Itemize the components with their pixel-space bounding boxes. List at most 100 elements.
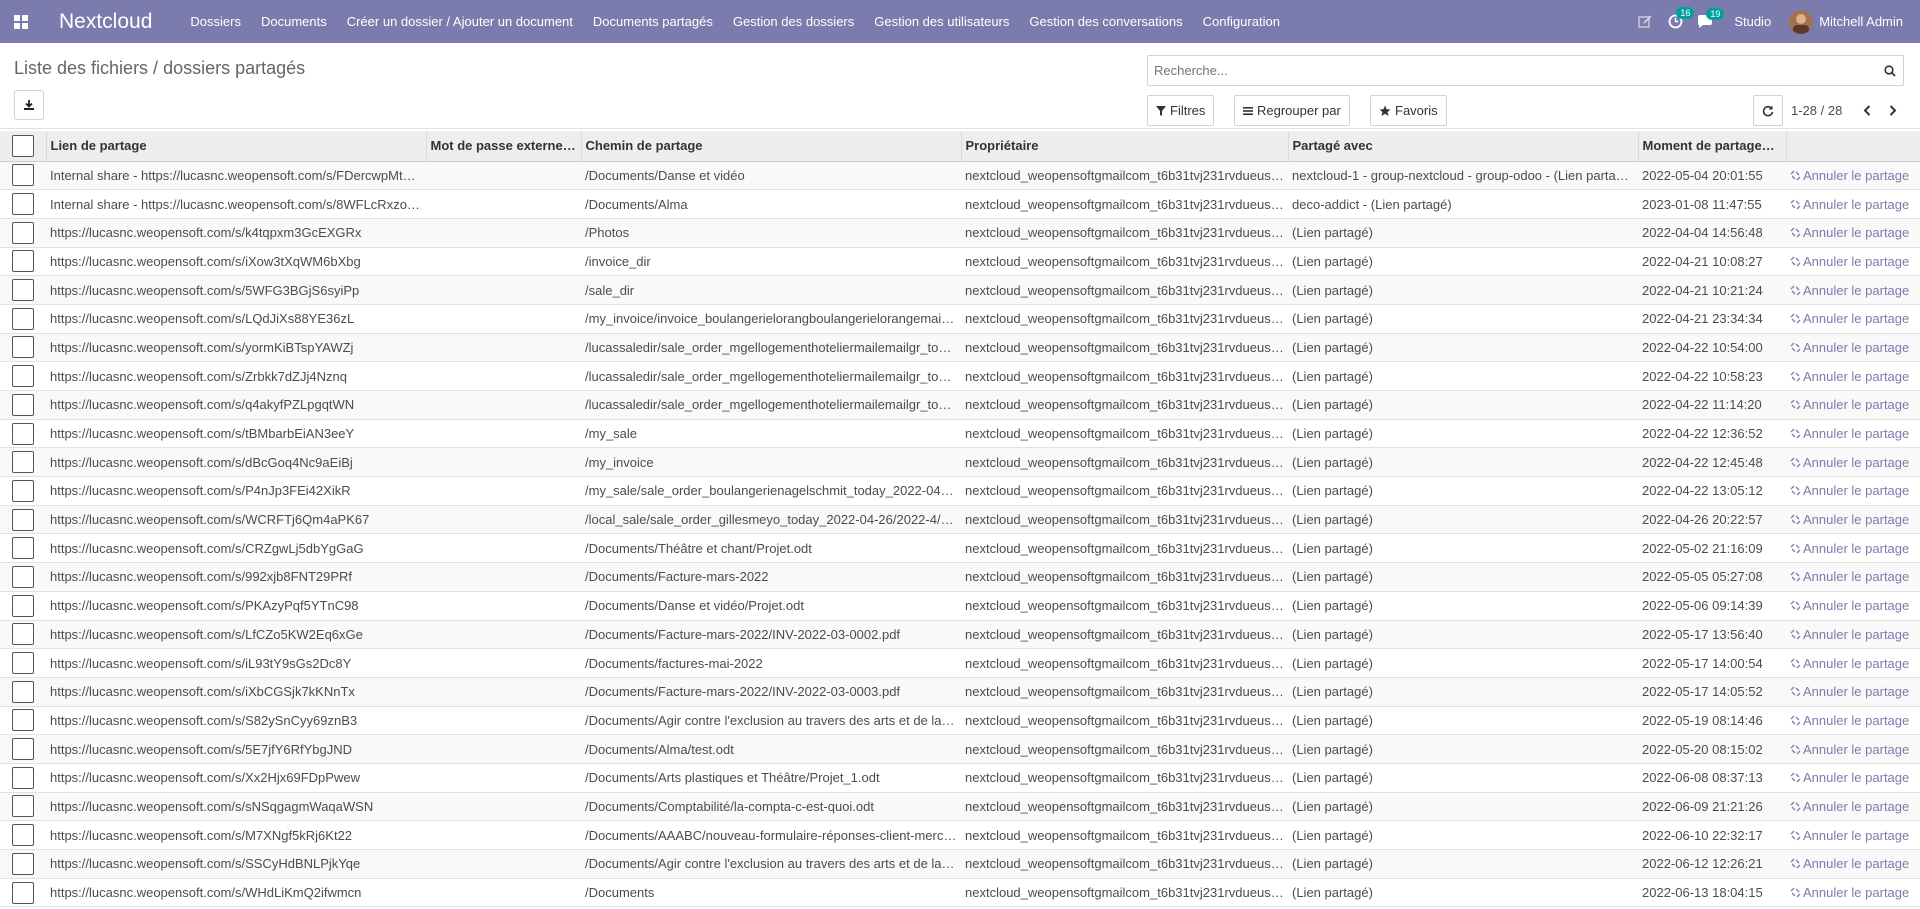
cell-shared-with[interactable]: (Lien partagé) <box>1288 792 1638 821</box>
cell-shared-with[interactable]: (Lien partagé) <box>1288 649 1638 678</box>
cell-password[interactable] <box>426 276 581 305</box>
cell-shared-with[interactable]: (Lien partagé) <box>1288 391 1638 420</box>
cell-owner[interactable]: nextcloud_weopensoftgmailcom_t6b31tvj231… <box>961 218 1288 247</box>
table-row[interactable]: https://lucasnc.weopensoft.com/s/k4tqpxm… <box>0 218 1920 248</box>
cell-owner[interactable]: nextcloud_weopensoftgmailcom_t6b31tvj231… <box>961 190 1288 219</box>
cell-password[interactable] <box>426 677 581 706</box>
pager-value[interactable]: 1-28 / 28 <box>1791 103 1842 118</box>
cell-date[interactable]: 2022-05-20 08:15:02 <box>1638 735 1786 764</box>
cell-date[interactable]: 2022-05-17 13:56:40 <box>1638 620 1786 649</box>
cell-owner[interactable]: nextcloud_weopensoftgmailcom_t6b31tvj231… <box>961 419 1288 448</box>
cell-owner[interactable]: nextcloud_weopensoftgmailcom_t6b31tvj231… <box>961 821 1288 850</box>
cell-path[interactable]: /my_sale/sale_order_boulangerienagelschm… <box>581 477 961 506</box>
row-checkbox[interactable] <box>12 508 34 531</box>
cell-date[interactable]: 2022-04-21 23:34:34 <box>1638 304 1786 333</box>
cell-link[interactable]: https://lucasnc.weopensoft.com/s/iXbCGSj… <box>46 677 426 706</box>
cell-shared-with[interactable]: deco-addict - (Lien partagé) <box>1288 190 1638 219</box>
cancel-share-button[interactable]: Annuler le partage <box>1790 742 1916 757</box>
cell-password[interactable] <box>426 391 581 420</box>
menu-item-documents[interactable]: Documents <box>261 14 327 29</box>
user-menu[interactable]: Mitchell Admin <box>1819 14 1903 29</box>
studio-link[interactable]: Studio <box>1734 14 1771 29</box>
cell-owner[interactable]: nextcloud_weopensoftgmailcom_t6b31tvj231… <box>961 735 1288 764</box>
cell-link[interactable]: https://lucasnc.weopensoft.com/s/CRZgwLj… <box>46 534 426 563</box>
cancel-share-button[interactable]: Annuler le partage <box>1790 828 1916 843</box>
cell-path[interactable]: /my_invoice <box>581 448 961 477</box>
row-checkbox[interactable] <box>12 479 34 502</box>
cell-link[interactable]: https://lucasnc.weopensoft.com/s/iXow3tX… <box>46 247 426 276</box>
cell-path[interactable]: /Documents <box>581 878 961 907</box>
row-checkbox[interactable] <box>12 852 34 875</box>
cell-path[interactable]: /Documents/Arts plastiques et Théâtre/Pr… <box>581 763 961 792</box>
table-row[interactable]: https://lucasnc.weopensoft.com/s/5E7jfY6… <box>0 734 1920 764</box>
table-row[interactable]: https://lucasnc.weopensoft.com/s/PKAzyPq… <box>0 591 1920 620</box>
cancel-share-button[interactable]: Annuler le partage <box>1790 512 1916 527</box>
cell-link[interactable]: https://lucasnc.weopensoft.com/s/yormKiB… <box>46 333 426 362</box>
group-by-button[interactable]: Regrouper par <box>1234 95 1350 126</box>
table-row[interactable]: https://lucasnc.weopensoft.com/s/Xx2Hjx6… <box>0 763 1920 793</box>
cell-path[interactable]: /Documents/Agir contre l'exclusion au tr… <box>581 706 961 735</box>
cell-link[interactable]: https://lucasnc.weopensoft.com/s/S82ySnC… <box>46 706 426 735</box>
row-checkbox[interactable] <box>12 537 34 560</box>
cell-link[interactable]: https://lucasnc.weopensoft.com/s/WCRFTj6… <box>46 505 426 534</box>
cell-password[interactable] <box>426 419 581 448</box>
cell-owner[interactable]: nextcloud_weopensoftgmailcom_t6b31tvj231… <box>961 505 1288 534</box>
cancel-share-button[interactable]: Annuler le partage <box>1790 598 1916 613</box>
table-row[interactable]: https://lucasnc.weopensoft.com/s/WCRFTj6… <box>0 505 1920 534</box>
cell-date[interactable]: 2022-04-22 12:45:48 <box>1638 448 1786 477</box>
cell-path[interactable]: /Documents/Danse et vidéo/Projet.odt <box>581 591 961 620</box>
cell-password[interactable] <box>426 448 581 477</box>
cell-path[interactable]: /Documents/Théâtre et chant/Projet.odt <box>581 534 961 563</box>
cell-owner[interactable]: nextcloud_weopensoftgmailcom_t6b31tvj231… <box>961 304 1288 333</box>
cancel-share-button[interactable]: Annuler le partage <box>1790 713 1916 728</box>
cancel-share-button[interactable]: Annuler le partage <box>1790 168 1916 183</box>
table-row[interactable]: https://lucasnc.weopensoft.com/s/P4nJp3F… <box>0 477 1920 506</box>
cell-shared-with[interactable]: (Lien partagé) <box>1288 677 1638 706</box>
cell-date[interactable]: 2022-06-12 12:26:21 <box>1638 850 1786 879</box>
cell-path[interactable]: /Documents/Agir contre l'exclusion au tr… <box>581 850 961 879</box>
cell-shared-with[interactable]: (Lien partagé) <box>1288 821 1638 850</box>
cell-date[interactable]: 2022-06-13 18:04:15 <box>1638 878 1786 907</box>
cell-date[interactable]: 2022-06-09 21:21:26 <box>1638 792 1786 821</box>
cell-password[interactable] <box>426 821 581 850</box>
table-row[interactable]: https://lucasnc.weopensoft.com/s/yormKiB… <box>0 333 1920 362</box>
row-checkbox[interactable] <box>12 565 34 588</box>
cell-link[interactable]: https://lucasnc.weopensoft.com/s/5E7jfY6… <box>46 735 426 764</box>
table-row[interactable]: https://lucasnc.weopensoft.com/s/CRZgwLj… <box>0 534 1920 563</box>
cell-owner[interactable]: nextcloud_weopensoftgmailcom_t6b31tvj231… <box>961 333 1288 362</box>
cell-shared-with[interactable]: (Lien partagé) <box>1288 735 1638 764</box>
cell-date[interactable]: 2022-04-22 12:36:52 <box>1638 419 1786 448</box>
row-checkbox[interactable] <box>12 680 34 703</box>
row-checkbox[interactable] <box>12 594 34 617</box>
cancel-share-button[interactable]: Annuler le partage <box>1790 311 1916 326</box>
menu-item-dossiers[interactable]: Dossiers <box>190 14 241 29</box>
table-row[interactable]: https://lucasnc.weopensoft.com/s/sNSqgag… <box>0 792 1920 821</box>
cell-path[interactable]: /Documents/Facture-mars-2022/INV-2022-03… <box>581 677 961 706</box>
table-row[interactable]: https://lucasnc.weopensoft.com/s/iXow3tX… <box>0 247 1920 276</box>
row-checkbox[interactable] <box>12 824 34 847</box>
cell-owner[interactable]: nextcloud_weopensoftgmailcom_t6b31tvj231… <box>961 534 1288 563</box>
avatar[interactable] <box>1789 9 1814 34</box>
cell-path[interactable]: /Documents/Comptabilité/la-compta-c-est-… <box>581 792 961 821</box>
cell-owner[interactable]: nextcloud_weopensoftgmailcom_t6b31tvj231… <box>961 391 1288 420</box>
cell-link[interactable]: https://lucasnc.weopensoft.com/s/q4akyfP… <box>46 391 426 420</box>
cell-path[interactable]: /Documents/AAABC/nouveau-formulaire-répo… <box>581 821 961 850</box>
cell-password[interactable] <box>426 247 581 276</box>
cell-path[interactable]: /lucassaledir/sale_order_mgellogementhot… <box>581 391 961 420</box>
cell-link[interactable]: https://lucasnc.weopensoft.com/s/WHdLiKm… <box>46 878 426 907</box>
table-row[interactable]: https://lucasnc.weopensoft.com/s/Zrbkk7d… <box>0 362 1920 391</box>
cell-date[interactable]: 2022-05-04 20:01:55 <box>1638 161 1786 190</box>
edit-icon[interactable] <box>1630 14 1660 29</box>
table-row[interactable]: https://lucasnc.weopensoft.com/s/dBcGoq4… <box>0 447 1920 477</box>
cell-owner[interactable]: nextcloud_weopensoftgmailcom_t6b31tvj231… <box>961 161 1288 190</box>
cancel-share-button[interactable]: Annuler le partage <box>1790 254 1916 269</box>
row-checkbox[interactable] <box>12 279 34 302</box>
cell-password[interactable] <box>426 362 581 391</box>
cell-owner[interactable]: nextcloud_weopensoftgmailcom_t6b31tvj231… <box>961 792 1288 821</box>
pager-previous-icon[interactable] <box>1854 95 1880 126</box>
search-icon[interactable] <box>1877 64 1903 77</box>
cell-date[interactable]: 2022-04-22 10:58:23 <box>1638 362 1786 391</box>
row-checkbox[interactable] <box>12 422 34 445</box>
filters-button[interactable]: Filtres <box>1147 95 1215 126</box>
menu-item-configuration[interactable]: Configuration <box>1203 14 1280 29</box>
